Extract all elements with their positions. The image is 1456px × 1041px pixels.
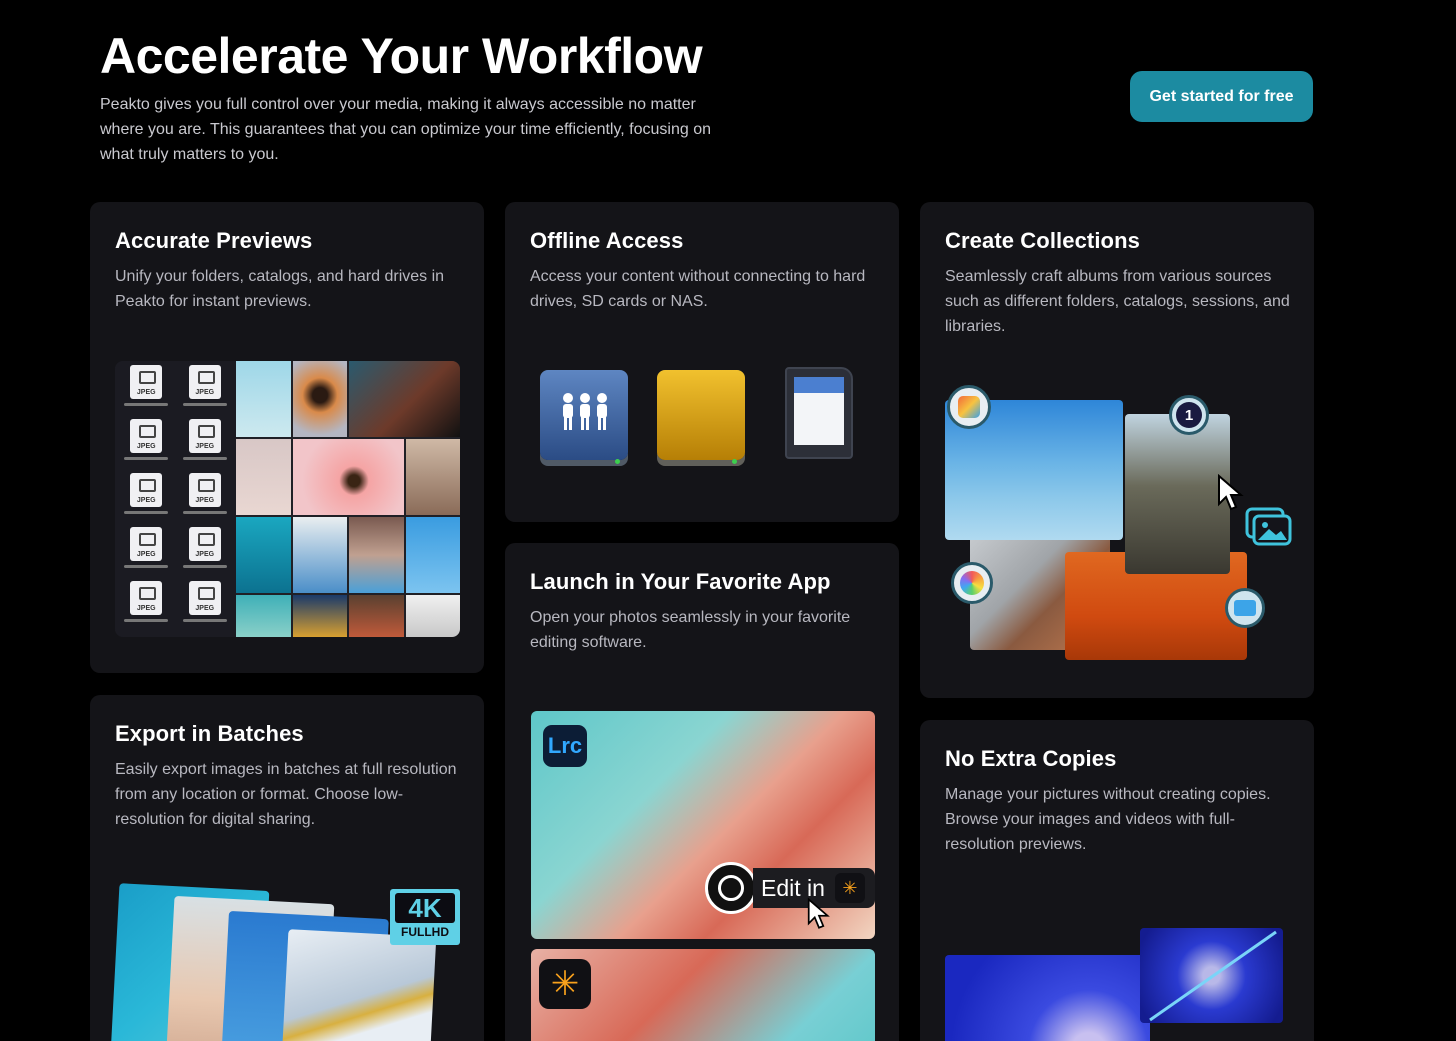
jpeg-file-icon — [176, 365, 235, 419]
app-star-icon: ✳ — [539, 959, 591, 1009]
photo-skater — [281, 929, 437, 1041]
edit-in-button[interactable]: Edit in ✳ — [705, 862, 875, 914]
photo-thumbnail — [349, 595, 404, 637]
photo-coral-left — [945, 955, 1150, 1041]
users-icon — [563, 393, 607, 430]
compare-slider-line — [1149, 930, 1277, 1022]
card-title: Create Collections — [945, 228, 1140, 253]
card-text: Manage your pictures without creating co… — [945, 786, 1271, 853]
photo-thumbnail — [349, 361, 460, 438]
no-copies-illustration — [945, 928, 1285, 1041]
jpeg-file-icon — [176, 419, 235, 473]
photo-thumbnail — [292, 439, 404, 516]
card-text: Easily export images in batches at full … — [115, 761, 457, 828]
photo-thumbnail — [292, 517, 347, 594]
card-text: Open your photos seamlessly in your favo… — [530, 609, 851, 651]
cursor-icon — [1218, 474, 1244, 511]
finder-folder-icon — [1225, 588, 1265, 628]
card-text: Access your content without connecting t… — [530, 268, 866, 310]
card-text: Unify your folders, catalogs, and hard d… — [115, 268, 445, 310]
resolution-badge: 4K FULLHD — [390, 889, 460, 945]
card-launch-app: Launch in Your Favorite App Open your ph… — [505, 543, 899, 1041]
card-export-batches: Export in Batches Easily export images i… — [90, 695, 484, 1041]
gallery-icon — [1245, 507, 1292, 546]
photo-thumbnail — [292, 595, 347, 637]
previews-illustration — [115, 361, 460, 637]
capture-one-app-icon: 1 — [1169, 395, 1209, 435]
photo-thumbnail — [236, 595, 291, 637]
page-title: Accelerate Your Workflow — [100, 28, 703, 84]
photo-thumbnail — [292, 361, 347, 438]
photos-app-icon — [951, 562, 993, 604]
lightroom-classic-icon: Lrc — [543, 725, 587, 767]
jpeg-file-icon — [117, 473, 176, 527]
get-started-button[interactable]: Get started for free — [1130, 71, 1313, 122]
nas-drive-icon — [540, 370, 628, 464]
jpeg-file-icon — [176, 581, 235, 635]
export-illustration: 4K FULLHD — [110, 883, 460, 1041]
photo-thumbnail — [236, 361, 291, 438]
app-star-icon: ✳ — [834, 873, 865, 903]
camera-icon — [705, 862, 757, 914]
photo-thumbnail — [405, 517, 460, 594]
collections-illustration: 1 — [945, 382, 1295, 672]
jpeg-file-icon — [117, 365, 176, 419]
photo-thumbnail — [405, 595, 460, 637]
card-accurate-previews: Accurate Previews Unify your folders, ca… — [90, 202, 484, 673]
file-list — [115, 361, 236, 637]
card-text: Seamlessly craft albums from various sou… — [945, 268, 1290, 335]
photo-thumbnail — [405, 439, 460, 516]
photo-thumbnail — [349, 517, 404, 594]
jpeg-file-icon — [176, 527, 235, 581]
card-title: Offline Access — [530, 228, 684, 253]
jpeg-file-icon — [176, 473, 235, 527]
card-title: Accurate Previews — [115, 228, 313, 253]
edit-photo-preview: Lrc Edit in ✳ — [531, 711, 875, 939]
edit-photo-preview-2: ✳ — [531, 949, 875, 1041]
photo-thumbnail — [236, 439, 291, 516]
jpeg-file-icon — [117, 419, 176, 473]
jpeg-file-icon — [117, 581, 176, 635]
card-create-collections: Create Collections Seamlessly craft albu… — [920, 202, 1314, 698]
jpeg-file-icon — [117, 527, 176, 581]
photo-grid — [236, 361, 460, 637]
card-offline-access: Offline Access Access your content witho… — [505, 202, 899, 522]
card-title: Launch in Your Favorite App — [530, 569, 831, 594]
card-title: No Extra Copies — [945, 746, 1117, 771]
photo-thumbnail — [236, 517, 291, 594]
cursor-icon — [807, 897, 830, 929]
hero-description: Peakto gives you full control over your … — [100, 96, 711, 163]
photo-cyclist — [1125, 414, 1230, 574]
hard-drive-icon — [657, 370, 745, 464]
lightroom-app-icon — [947, 385, 991, 429]
sd-card-icon — [785, 367, 853, 459]
card-no-extra-copies: No Extra Copies Manage your pictures wit… — [920, 720, 1314, 1041]
card-title: Export in Batches — [115, 721, 304, 746]
